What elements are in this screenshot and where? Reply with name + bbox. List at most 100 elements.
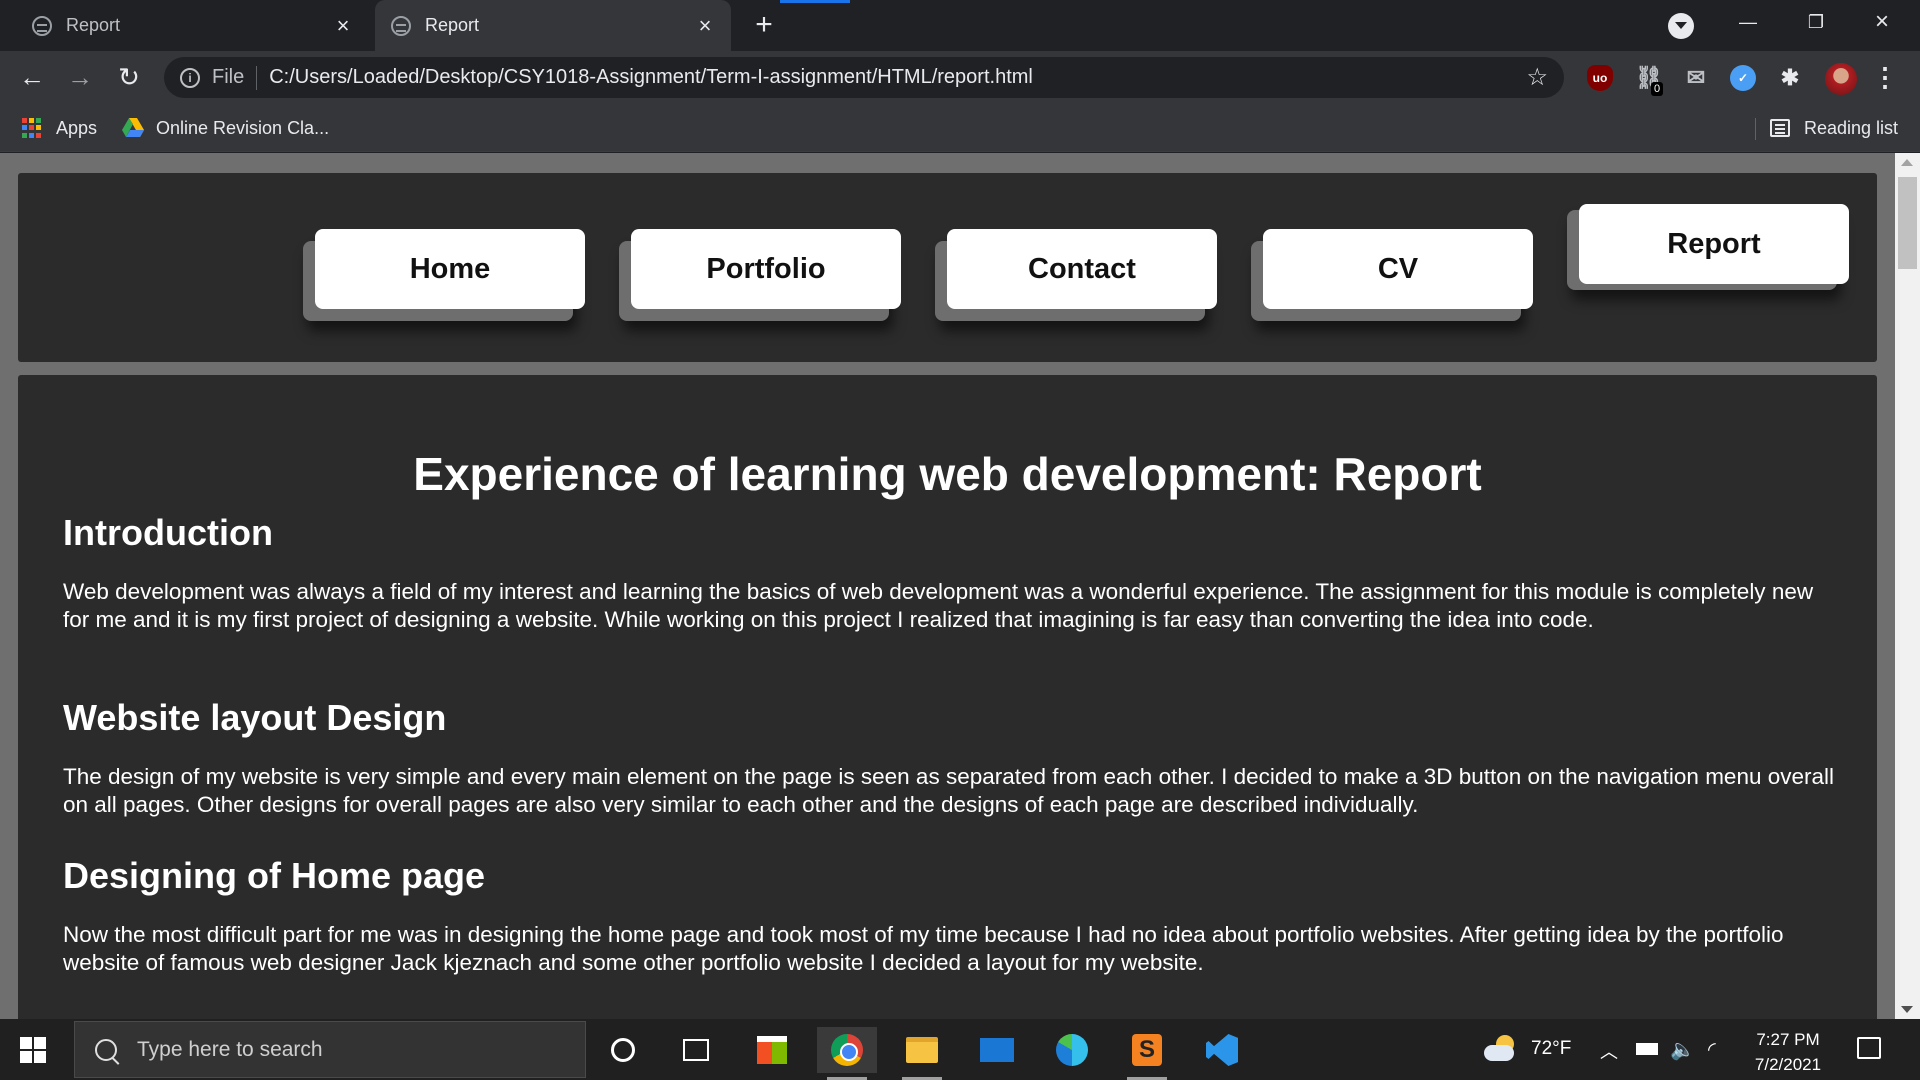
blue-extension-icon[interactable]: ✓ — [1730, 65, 1756, 91]
store-icon — [757, 1036, 787, 1064]
section-paragraph: Now the most difficult part for me was i… — [63, 922, 1784, 975]
file-explorer-button[interactable] — [892, 1027, 952, 1080]
bookmark-star-icon[interactable]: ☆ — [1526, 63, 1548, 92]
globe-icon — [32, 15, 52, 36]
reading-list-label: Reading list — [1804, 117, 1899, 138]
show-hidden-icons-chevron-icon[interactable]: ︿ — [1600, 1038, 1618, 1064]
ublock-extension-icon[interactable]: uo — [1587, 65, 1613, 91]
site-info-icon[interactable]: i — [180, 67, 200, 88]
task-view-button[interactable] — [666, 1027, 726, 1073]
nav-contact-button[interactable]: Contact — [935, 229, 1217, 321]
clock-time: 7:27 PM — [1756, 1030, 1820, 1049]
nav-home-button[interactable]: Home — [303, 229, 585, 321]
section-paragraph: Web development was always a field of my… — [63, 579, 1814, 632]
extensions-puzzle-icon[interactable]: ✱ — [1777, 65, 1803, 91]
windows-start-icon[interactable] — [20, 1037, 46, 1063]
bookmark-label: Apps — [56, 117, 98, 138]
sublime-text-button[interactable]: S — [1117, 1027, 1177, 1080]
section-paragraph: The design of my website is very simple … — [63, 764, 1835, 817]
close-tab-icon[interactable]: × — [331, 13, 355, 38]
nav-portfolio-button[interactable]: Portfolio — [619, 229, 901, 321]
bookmark-apps[interactable]: Apps — [22, 114, 97, 142]
window-close-button[interactable]: × — [1852, 0, 1912, 44]
minimize-button[interactable]: — — [1718, 0, 1778, 44]
address-scheme-label: File — [212, 66, 245, 88]
edge-icon — [1056, 1034, 1088, 1066]
clock-date: 7/2/2021 — [1754, 1055, 1822, 1074]
vscode-icon — [1206, 1034, 1238, 1066]
section-heading: Introduction — [63, 512, 273, 553]
tab-title: Report — [66, 15, 121, 35]
search-icon — [90, 1033, 122, 1066]
weather-temperature[interactable]: 72°F — [1531, 1038, 1571, 1060]
tab-loading-indicator — [780, 0, 850, 3]
action-center-icon[interactable] — [1857, 1037, 1881, 1059]
restore-button[interactable]: ❐ — [1786, 0, 1846, 44]
vscode-button[interactable] — [1192, 1027, 1252, 1073]
nav-cv-button[interactable]: CV — [1251, 229, 1533, 321]
taskbar-search-box[interactable]: Type here to search — [74, 1021, 586, 1078]
report-content: Experience of learning web development: … — [18, 375, 1877, 1019]
sublime-text-icon: S — [1132, 1034, 1162, 1066]
mail-button[interactable] — [967, 1027, 1027, 1073]
close-tab-icon[interactable]: × — [693, 13, 717, 38]
bookmark-online-revision[interactable]: Online Revision Cla... — [122, 114, 329, 142]
page-viewport: Home Portfolio Contact CV Report Experie… — [0, 153, 1895, 1019]
browser-tab-active[interactable]: Report × — [375, 0, 731, 51]
address-bar[interactable]: i File C:/Users/Loaded/Desktop/CSY1018-A… — [164, 57, 1564, 98]
chrome-taskbar-button[interactable] — [817, 1027, 877, 1080]
forward-button[interactable]: → — [62, 59, 98, 95]
browser-tab-inactive[interactable]: Report × — [16, 0, 369, 51]
bookmarks-divider — [1755, 118, 1756, 140]
google-drive-icon — [122, 118, 144, 138]
page-title: Experience of learning web development: … — [413, 448, 1482, 500]
chrome-icon — [831, 1034, 863, 1066]
address-url[interactable]: C:/Users/Loaded/Desktop/CSY1018-Assignme… — [269, 66, 1526, 89]
battery-icon[interactable] — [1636, 1043, 1658, 1055]
tab-title: Report — [425, 15, 480, 35]
address-divider — [256, 65, 258, 90]
site-navigation: Home Portfolio Contact CV Report — [18, 173, 1877, 362]
mail-extension-icon[interactable]: ✉ — [1683, 65, 1709, 91]
profile-avatar[interactable] — [1825, 63, 1857, 95]
nav-button-label[interactable]: Report — [1579, 204, 1849, 284]
scroll-down-arrow-icon[interactable] — [1901, 1006, 1913, 1013]
browser-menu-icon[interactable]: ⋮ — [1872, 63, 1898, 93]
scroll-up-arrow-icon[interactable] — [1901, 159, 1913, 166]
nav-button-label[interactable]: Contact — [947, 229, 1217, 309]
volume-icon[interactable]: 🔈 — [1670, 1037, 1695, 1062]
extension-badge: 0 — [1651, 82, 1664, 96]
edge-button[interactable] — [1042, 1027, 1102, 1073]
bookmark-label: Online Revision Cla... — [156, 117, 330, 138]
globe-icon — [391, 15, 411, 36]
mail-icon — [980, 1038, 1014, 1062]
file-explorer-icon — [906, 1037, 938, 1063]
back-button[interactable]: ← — [14, 59, 50, 95]
bookmarks-bar: Apps Online Revision Cla... Reading list — [0, 104, 1920, 152]
store-button[interactable] — [742, 1027, 802, 1073]
wifi-icon[interactable]: ◜ — [1708, 1037, 1716, 1062]
apps-grid-icon — [22, 118, 42, 138]
tab-search-button[interactable] — [1668, 13, 1694, 39]
reading-list-icon — [1770, 119, 1790, 137]
browser-tab-strip: Report × Report × + — ❐ × — [0, 0, 1920, 51]
browser-toolbar: ← → ↻ i File C:/Users/Loaded/Desktop/CSY… — [0, 51, 1920, 104]
new-tab-button[interactable]: + — [748, 10, 780, 42]
reading-list-button[interactable]: Reading list — [1770, 114, 1898, 142]
cortana-icon — [611, 1038, 635, 1062]
windows-taskbar: Type here to search S 72°F ︿ 🔈 ◜ 7:27 PM… — [0, 1019, 1920, 1080]
section-heading: Website layout Design — [63, 697, 447, 738]
page-scrollbar[interactable] — [1895, 153, 1920, 1019]
taskbar-search-placeholder: Type here to search — [137, 1037, 323, 1061]
system-clock[interactable]: 7:27 PM 7/2/2021 — [1748, 1027, 1828, 1077]
weather-icon[interactable] — [1484, 1035, 1518, 1063]
nav-button-label[interactable]: Portfolio — [631, 229, 901, 309]
nav-button-label[interactable]: Home — [315, 229, 585, 309]
nav-button-label[interactable]: CV — [1263, 229, 1533, 309]
scrollbar-thumb[interactable] — [1898, 177, 1917, 269]
section-heading: Designing of Home page — [63, 855, 486, 896]
reload-button[interactable]: ↻ — [111, 59, 147, 95]
cortana-button[interactable] — [593, 1027, 653, 1073]
nav-report-button[interactable]: Report — [1567, 204, 1849, 290]
task-view-icon — [683, 1039, 709, 1061]
